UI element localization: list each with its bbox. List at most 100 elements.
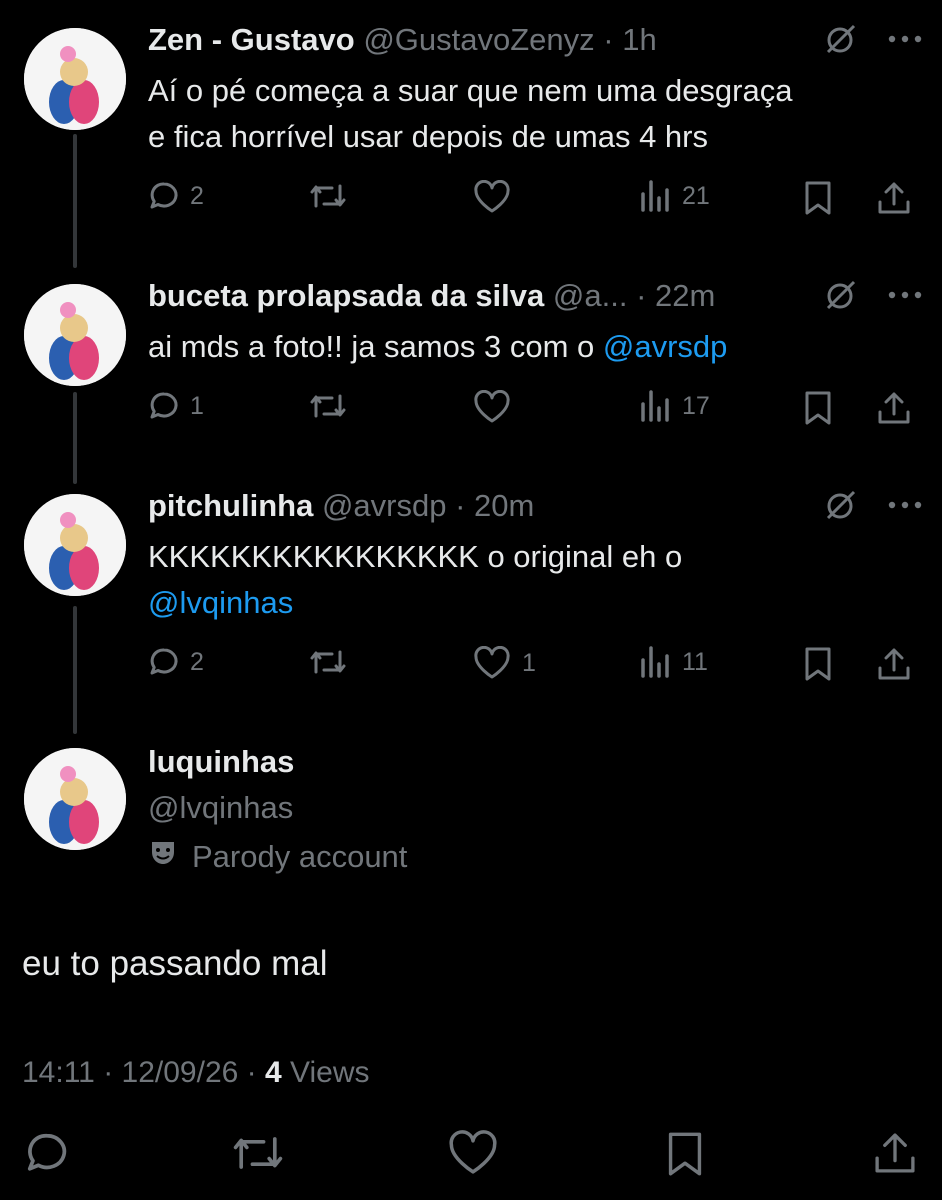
views-button[interactable]: 11 xyxy=(638,646,708,678)
separator: · xyxy=(103,1056,114,1089)
repost-button[interactable] xyxy=(230,1130,286,1176)
like-button[interactable] xyxy=(446,1130,500,1176)
views-label: Views xyxy=(290,1056,370,1089)
like-icon xyxy=(472,646,512,680)
reply-button[interactable]: 2 xyxy=(148,646,204,678)
reply-count: 1 xyxy=(190,391,204,420)
separator: · xyxy=(246,1056,257,1089)
main-action-bar xyxy=(0,1130,942,1186)
reply-count: 2 xyxy=(190,181,204,210)
repost-button[interactable] xyxy=(308,390,348,422)
separator: · xyxy=(603,22,614,57)
like-icon xyxy=(446,1130,500,1176)
username[interactable]: @GustavoZenyz xyxy=(363,22,594,57)
tweet-meta: 14:11 · 12/09/26 · 4 Views xyxy=(22,1056,370,1090)
tweet-text: Aí o pé começa a suar que nem uma desgra… xyxy=(148,68,892,160)
action-bar: 1 17 xyxy=(148,390,916,430)
repost-button[interactable] xyxy=(308,646,348,678)
timestamp[interactable]: 1h xyxy=(622,22,656,57)
reply-button[interactable] xyxy=(24,1130,70,1176)
reply-icon xyxy=(148,390,180,422)
views-icon xyxy=(638,180,672,212)
like-icon xyxy=(472,390,512,424)
tweet-text: eu to passando mal xyxy=(22,944,328,983)
reply-icon xyxy=(148,180,180,212)
timestamp[interactable]: 20m xyxy=(474,488,534,523)
post-date[interactable]: 12/09/26 xyxy=(122,1056,239,1089)
views-count: 4 xyxy=(265,1056,282,1089)
share-icon xyxy=(876,180,912,216)
avatar[interactable] xyxy=(24,494,126,596)
thread-line xyxy=(73,392,77,484)
separator: · xyxy=(455,488,466,523)
tweet-text: ai mds a foto!! ja samos 3 com o @avrsdp xyxy=(148,324,892,370)
username[interactable]: @avrsdp xyxy=(322,488,447,523)
like-button[interactable]: 1 xyxy=(472,646,536,680)
timestamp[interactable]: 22m xyxy=(655,278,715,313)
like-icon xyxy=(472,180,512,214)
share-icon xyxy=(876,646,912,682)
reply-icon xyxy=(148,646,180,678)
views-count: 21 xyxy=(682,181,710,210)
display-name[interactable]: pitchulinha xyxy=(148,488,313,523)
bookmark-button[interactable] xyxy=(664,1130,706,1178)
share-button[interactable] xyxy=(876,180,912,216)
action-bar: 2 1 11 xyxy=(148,646,916,686)
reply-count: 2 xyxy=(190,647,204,676)
mention-link[interactable]: @lvqinhas xyxy=(148,580,892,626)
tweet-text: KKKKKKKKKKKKKKKK o original eh o @lvqinh… xyxy=(148,534,892,626)
grok-icon[interactable] xyxy=(824,22,858,56)
tweet-text-content: ai mds a foto!! ja samos 3 com o xyxy=(148,329,603,364)
bookmark-button[interactable] xyxy=(802,180,834,216)
grok-icon[interactable] xyxy=(824,278,858,312)
post-time[interactable]: 14:11 xyxy=(22,1056,95,1089)
share-icon xyxy=(876,390,912,426)
more-icon[interactable] xyxy=(888,501,922,509)
repost-icon xyxy=(308,390,348,422)
reply-button[interactable]: 2 xyxy=(148,180,204,212)
views-button[interactable]: 21 xyxy=(638,180,710,212)
username[interactable]: @a... xyxy=(553,278,628,313)
theater-mask-icon xyxy=(148,838,178,876)
more-icon[interactable] xyxy=(888,291,922,299)
share-button[interactable] xyxy=(872,1130,918,1176)
display-name[interactable]: luquinhas xyxy=(148,744,294,780)
tweet-header: Zen - Gustavo @GustavoZenyz · 1h xyxy=(148,22,922,62)
display-name[interactable]: Zen - Gustavo xyxy=(148,22,355,57)
reply-icon xyxy=(24,1130,70,1176)
tweet-header: buceta prolapsada da silva @a... · 22m xyxy=(148,278,922,318)
bookmark-icon xyxy=(802,180,834,216)
avatar[interactable] xyxy=(24,748,126,850)
separator: · xyxy=(636,278,647,313)
repost-button[interactable] xyxy=(308,180,348,212)
tweet-text-content: KKKKKKKKKKKKKKKK o original eh o xyxy=(148,539,683,574)
tweet-text-line: e fica horrível usar depois de umas 4 hr… xyxy=(148,119,708,154)
views-count: 11 xyxy=(682,647,708,676)
tweet-text-line: Aí o pé começa a suar que nem uma desgra… xyxy=(148,73,793,108)
share-button[interactable] xyxy=(876,390,912,426)
like-count: 1 xyxy=(522,648,536,677)
thread-line xyxy=(73,134,77,268)
display-name[interactable]: buceta prolapsada da silva xyxy=(148,278,544,313)
views-button[interactable]: 17 xyxy=(638,390,710,422)
bookmark-button[interactable] xyxy=(802,646,834,682)
more-icon[interactable] xyxy=(888,35,922,43)
like-button[interactable] xyxy=(472,180,512,214)
thread-line xyxy=(73,606,77,734)
bookmark-icon xyxy=(802,390,834,426)
parody-label-text: Parody account xyxy=(192,839,408,874)
like-button[interactable] xyxy=(472,390,512,424)
bookmark-icon xyxy=(664,1130,706,1178)
mention-link[interactable]: @avrsdp xyxy=(603,329,728,364)
bookmark-button[interactable] xyxy=(802,390,834,426)
avatar[interactable] xyxy=(24,284,126,386)
grok-icon[interactable] xyxy=(824,488,858,522)
reply-button[interactable]: 1 xyxy=(148,390,204,422)
bookmark-icon xyxy=(802,646,834,682)
share-button[interactable] xyxy=(876,646,912,682)
avatar[interactable] xyxy=(24,28,126,130)
repost-icon xyxy=(230,1130,286,1176)
username[interactable]: @lvqinhas xyxy=(148,790,293,826)
repost-icon xyxy=(308,180,348,212)
views-icon xyxy=(638,646,672,678)
